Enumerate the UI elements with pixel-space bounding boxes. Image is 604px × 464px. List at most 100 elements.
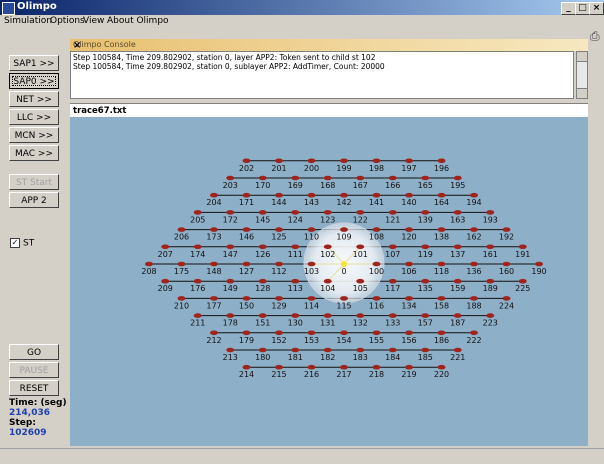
mcn-button[interactable]: MCN >> bbox=[9, 127, 59, 143]
node-marker[interactable] bbox=[356, 278, 365, 284]
node-marker[interactable] bbox=[405, 192, 413, 198]
node-marker[interactable] bbox=[372, 192, 381, 198]
node-marker[interactable] bbox=[307, 158, 316, 164]
node-marker[interactable] bbox=[486, 244, 495, 250]
node-marker[interactable] bbox=[356, 210, 365, 215]
node-marker[interactable] bbox=[405, 296, 413, 301]
reset-button[interactable]: RESET bbox=[9, 380, 59, 396]
node-marker[interactable] bbox=[193, 313, 202, 318]
node-marker[interactable] bbox=[372, 158, 381, 164]
node-marker[interactable] bbox=[291, 210, 300, 215]
node-marker[interactable] bbox=[453, 175, 462, 181]
node-marker[interactable] bbox=[258, 278, 267, 284]
node-marker[interactable] bbox=[437, 227, 446, 232]
node-marker[interactable] bbox=[275, 192, 283, 198]
node-marker[interactable] bbox=[372, 364, 381, 370]
node-marker[interactable] bbox=[437, 364, 446, 370]
node-marker[interactable] bbox=[437, 158, 446, 164]
node-marker[interactable] bbox=[486, 313, 495, 318]
node-marker[interactable] bbox=[340, 192, 348, 198]
node-marker[interactable] bbox=[242, 192, 251, 198]
printer-icon[interactable]: ⎙ bbox=[590, 29, 604, 45]
net-button[interactable]: NET >> bbox=[9, 91, 59, 107]
node-marker[interactable] bbox=[421, 313, 430, 318]
node-marker[interactable] bbox=[275, 330, 283, 336]
menu-view[interactable]: View bbox=[83, 16, 104, 26]
node-marker[interactable] bbox=[323, 313, 332, 318]
node-marker[interactable] bbox=[242, 158, 251, 164]
minimize-button[interactable]: _ bbox=[561, 2, 576, 15]
node-marker[interactable] bbox=[388, 347, 397, 353]
node-marker[interactable] bbox=[226, 313, 235, 318]
node-marker[interactable] bbox=[258, 210, 267, 215]
node-marker[interactable] bbox=[502, 261, 511, 267]
node-marker[interactable] bbox=[291, 244, 300, 250]
node-marker[interactable] bbox=[340, 296, 348, 301]
node-marker[interactable] bbox=[388, 210, 397, 215]
node-marker[interactable] bbox=[388, 244, 397, 250]
node-marker[interactable] bbox=[486, 278, 495, 284]
node-marker[interactable] bbox=[226, 244, 235, 250]
node-marker[interactable] bbox=[226, 278, 235, 284]
node-marker[interactable] bbox=[372, 227, 381, 232]
node-marker[interactable] bbox=[242, 227, 251, 232]
node-marker[interactable] bbox=[518, 244, 527, 250]
node-marker[interactable] bbox=[405, 330, 413, 336]
node-marker[interactable] bbox=[388, 175, 397, 181]
node-marker[interactable] bbox=[323, 175, 332, 181]
node-marker[interactable] bbox=[323, 210, 332, 215]
network-graph[interactable]: 0 100101 102103104 105 106107108 109 110111112… bbox=[70, 117, 588, 446]
node-marker[interactable] bbox=[470, 261, 478, 267]
network-canvas[interactable]: 0 100 101 102 103 104 105 106 107 108 109 110 111 112… bbox=[70, 117, 588, 446]
node-marker[interactable] bbox=[405, 261, 413, 267]
maximize-button[interactable]: □ bbox=[575, 2, 590, 15]
node-marker[interactable] bbox=[275, 261, 283, 267]
node-marker[interactable] bbox=[453, 278, 462, 284]
node-marker[interactable] bbox=[470, 192, 478, 198]
pause-button[interactable]: PAUSE bbox=[9, 362, 59, 378]
node-marker[interactable] bbox=[453, 313, 462, 318]
node-marker[interactable] bbox=[210, 192, 218, 198]
node-marker[interactable] bbox=[210, 261, 218, 267]
node-marker[interactable] bbox=[356, 244, 365, 250]
app2-button[interactable]: APP 2 bbox=[9, 192, 59, 208]
node-marker[interactable] bbox=[258, 244, 267, 250]
node-marker[interactable] bbox=[177, 261, 186, 267]
node-marker[interactable] bbox=[161, 244, 170, 250]
node-marker[interactable] bbox=[242, 261, 251, 267]
sap0-button[interactable]: SAP0 >> bbox=[9, 73, 59, 89]
node-marker[interactable] bbox=[502, 227, 511, 232]
node-marker[interactable] bbox=[372, 296, 381, 301]
node-marker[interactable] bbox=[226, 175, 235, 181]
menu-options[interactable]: Options bbox=[50, 16, 85, 26]
node-marker[interactable] bbox=[226, 347, 235, 353]
node-marker[interactable] bbox=[177, 227, 186, 232]
node-marker[interactable] bbox=[470, 227, 478, 232]
node-marker[interactable] bbox=[421, 244, 430, 250]
node-marker[interactable] bbox=[258, 313, 267, 318]
node-marker[interactable] bbox=[372, 261, 381, 267]
node-marker[interactable] bbox=[275, 227, 283, 232]
node-marker[interactable] bbox=[470, 296, 478, 301]
node-marker[interactable] bbox=[470, 330, 478, 336]
node-marker[interactable] bbox=[242, 296, 251, 301]
node-marker[interactable] bbox=[421, 210, 430, 215]
node-marker[interactable] bbox=[291, 347, 300, 353]
node-marker[interactable] bbox=[177, 296, 186, 301]
llc-button[interactable]: LLC >> bbox=[9, 109, 59, 125]
node-marker[interactable] bbox=[340, 158, 348, 164]
menu-simulation[interactable]: Simulation bbox=[4, 16, 52, 26]
node-marker[interactable] bbox=[340, 227, 348, 232]
node-marker[interactable] bbox=[307, 364, 316, 370]
st-checkbox[interactable]: ✓ ST bbox=[10, 238, 34, 249]
node-marker[interactable] bbox=[356, 175, 365, 181]
node-marker[interactable] bbox=[275, 158, 283, 164]
menu-about[interactable]: About Olimpo bbox=[107, 16, 169, 26]
node-marker[interactable] bbox=[502, 296, 511, 301]
node-marker[interactable] bbox=[258, 175, 267, 181]
node-marker[interactable] bbox=[307, 192, 316, 198]
node-marker[interactable] bbox=[421, 347, 430, 353]
node-marker[interactable] bbox=[356, 313, 365, 318]
node-marker[interactable] bbox=[242, 364, 251, 370]
node-marker[interactable] bbox=[388, 313, 397, 318]
